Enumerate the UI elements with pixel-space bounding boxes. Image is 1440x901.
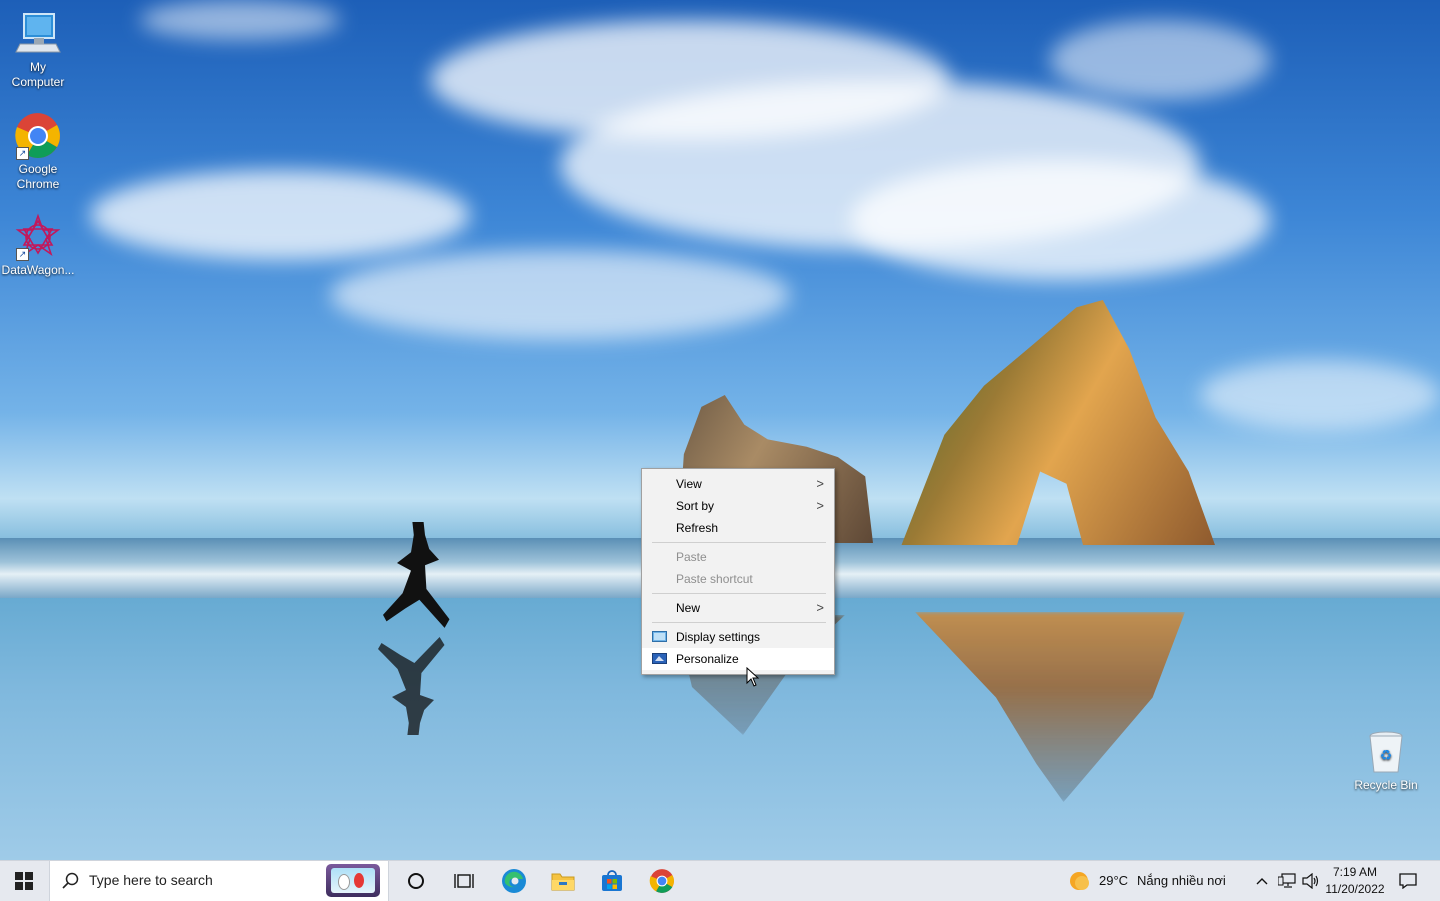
weather-condition[interactable]: Nắng nhiều nơi bbox=[1137, 861, 1226, 901]
task-view-button[interactable] bbox=[442, 861, 486, 901]
desktop-icon-label: Computer bbox=[11, 75, 65, 89]
menu-item-paste[interactable]: Paste bbox=[642, 546, 834, 568]
computer-icon bbox=[14, 10, 62, 58]
desktop-icon-datawagon[interactable]: ↗ DataWagon... bbox=[0, 213, 76, 278]
taskbar-microsoft-store-button[interactable] bbox=[590, 861, 634, 901]
desktop-icon-label: DataWagon... bbox=[1, 263, 75, 277]
chevron-right-icon: > bbox=[816, 498, 824, 513]
start-button[interactable] bbox=[0, 861, 48, 901]
menu-item-label: Paste bbox=[676, 550, 707, 564]
search-icon bbox=[62, 872, 79, 889]
desktop-icon-label: Recycle Bin bbox=[1354, 778, 1418, 792]
cortana-button[interactable] bbox=[394, 861, 438, 901]
chevron-right-icon: > bbox=[816, 476, 824, 491]
shortcut-arrow-icon: ↗ bbox=[16, 248, 29, 261]
volume-button[interactable] bbox=[1300, 861, 1322, 901]
desktop-icon-my-computer[interactable]: My Computer bbox=[0, 10, 76, 90]
menu-item-paste-shortcut[interactable]: Paste shortcut bbox=[642, 568, 834, 590]
chevron-right-icon: > bbox=[816, 600, 824, 615]
taskbar-clock[interactable]: 7:19 AM 11/20/2022 bbox=[1322, 864, 1388, 898]
cloud bbox=[90, 170, 470, 260]
taskbar: Type here to search 29°C Nắng nhiều nơi … bbox=[0, 860, 1440, 901]
rock-reflection bbox=[915, 612, 1185, 802]
svg-text:♻: ♻ bbox=[1380, 748, 1393, 764]
cloud bbox=[140, 0, 340, 40]
cloud bbox=[1200, 360, 1440, 430]
network-icon bbox=[1278, 873, 1296, 888]
menu-item-label: New bbox=[676, 601, 701, 615]
taskbar-chrome-button[interactable] bbox=[640, 861, 684, 901]
clock-date: 11/20/2022 bbox=[1325, 882, 1385, 896]
cloud bbox=[850, 160, 1270, 280]
desktop-icon-google-chrome[interactable]: ↗ Google Chrome bbox=[0, 112, 76, 192]
weather-temperature[interactable]: 29°C bbox=[1099, 861, 1128, 901]
display-settings-icon bbox=[652, 631, 667, 642]
datawagon-icon: ↗ bbox=[14, 213, 62, 261]
menu-item-label: Paste shortcut bbox=[676, 572, 753, 586]
cloud bbox=[1050, 20, 1270, 100]
clock-time: 7:19 AM bbox=[1332, 865, 1378, 879]
menu-item-new[interactable]: New > bbox=[642, 597, 834, 619]
menu-item-label: Sort by bbox=[676, 499, 715, 513]
search-placeholder: Type here to search bbox=[89, 872, 213, 888]
taskbar-search-box[interactable]: Type here to search bbox=[49, 861, 389, 901]
menu-item-personalize[interactable]: Personalize bbox=[642, 648, 834, 670]
weather-button[interactable] bbox=[1066, 861, 1092, 901]
weather-sun-icon bbox=[1070, 872, 1089, 890]
network-button[interactable] bbox=[1276, 861, 1298, 901]
chevron-up-icon bbox=[1256, 878, 1268, 885]
personalize-icon bbox=[652, 653, 667, 664]
desktop-wallpaper[interactable] bbox=[0, 0, 1440, 860]
speaker-icon bbox=[1302, 873, 1319, 889]
show-hidden-icons-button[interactable] bbox=[1252, 861, 1272, 901]
search-highlight-image[interactable] bbox=[326, 864, 380, 897]
notification-icon bbox=[1399, 873, 1417, 889]
rock-arch bbox=[901, 300, 1215, 545]
desktop-icon-recycle-bin[interactable]: ♻ Recycle Bin bbox=[1348, 728, 1424, 793]
menu-item-label: View bbox=[676, 477, 702, 491]
menu-item-label: Personalize bbox=[676, 652, 739, 666]
runner-reflection bbox=[378, 637, 445, 735]
menu-separator bbox=[652, 622, 826, 623]
menu-separator bbox=[652, 593, 826, 594]
desktop-icon-label: Google bbox=[18, 162, 58, 176]
menu-item-sort-by[interactable]: Sort by > bbox=[642, 495, 834, 517]
menu-item-label: Display settings bbox=[676, 630, 761, 644]
chrome-icon bbox=[649, 869, 674, 893]
taskbar-edge-button[interactable] bbox=[492, 861, 536, 901]
menu-item-refresh[interactable]: Refresh bbox=[642, 517, 834, 539]
menu-item-label: Refresh bbox=[676, 521, 719, 535]
cloud bbox=[330, 250, 790, 340]
menu-separator bbox=[652, 542, 826, 543]
menu-item-view[interactable]: View > bbox=[642, 473, 834, 495]
recycle-bin-icon: ♻ bbox=[1362, 728, 1410, 776]
chrome-icon: ↗ bbox=[14, 112, 62, 160]
windows-logo-icon bbox=[15, 872, 33, 890]
mouse-cursor-icon bbox=[746, 667, 760, 687]
desktop-icon-label: Chrome bbox=[16, 177, 60, 191]
shortcut-arrow-icon: ↗ bbox=[16, 147, 29, 160]
file-explorer-icon bbox=[551, 873, 575, 891]
task-view-icon bbox=[454, 874, 474, 888]
edge-icon bbox=[502, 869, 526, 893]
action-center-button[interactable] bbox=[1392, 861, 1424, 901]
desktop-icon-label: My bbox=[30, 60, 46, 74]
cortana-icon bbox=[408, 873, 424, 889]
taskbar-file-explorer-button[interactable] bbox=[541, 861, 585, 901]
microsoft-store-icon bbox=[602, 870, 622, 891]
desktop-context-menu: View > Sort by > Refresh Paste Paste sho… bbox=[641, 468, 835, 675]
menu-item-display-settings[interactable]: Display settings bbox=[642, 626, 834, 648]
